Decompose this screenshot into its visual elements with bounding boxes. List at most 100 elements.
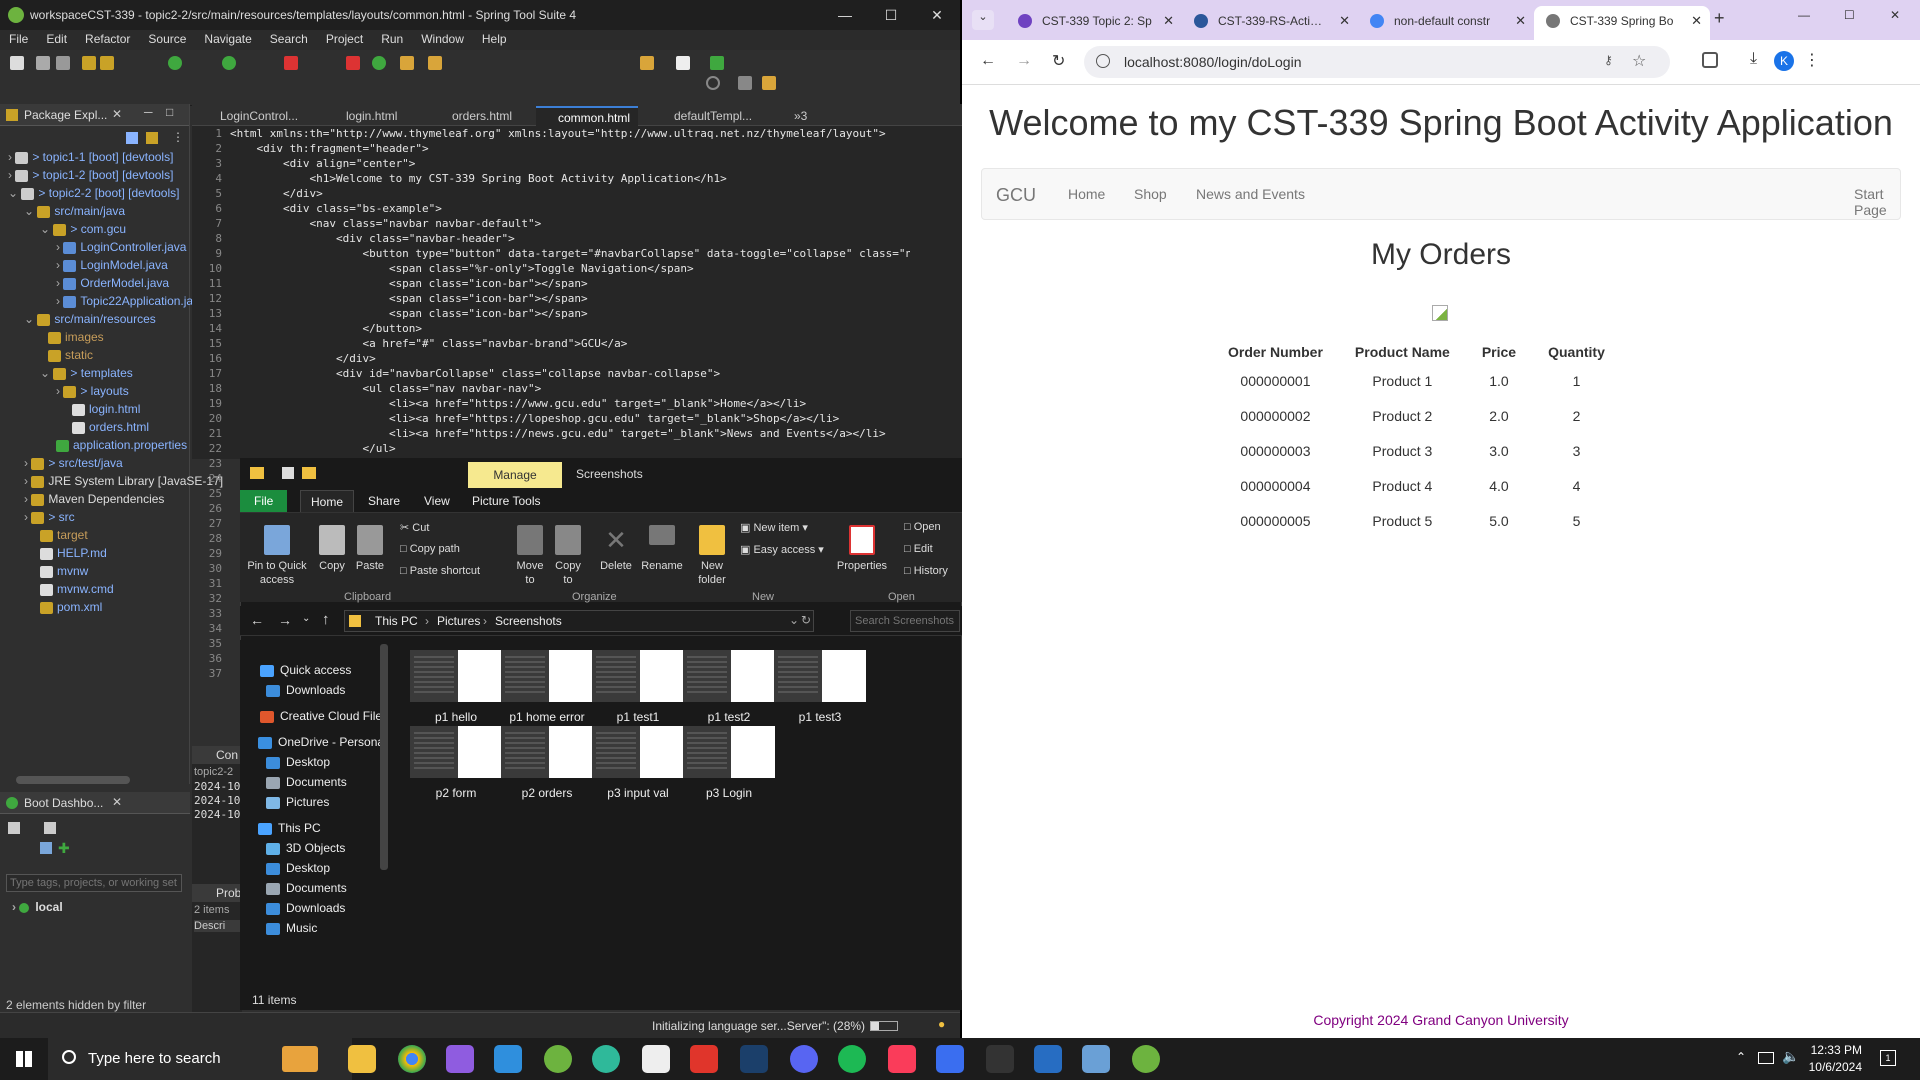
spotify-taskbar-icon[interactable] bbox=[838, 1045, 866, 1073]
address-bar[interactable]: localhost:8080/login/doLogin ⚷ ☆ bbox=[1084, 46, 1670, 78]
link-editor-icon[interactable] bbox=[146, 132, 158, 144]
tree-mvnw[interactable]: mvnw bbox=[40, 564, 88, 582]
ribbon-tab-home[interactable]: Home bbox=[300, 490, 355, 512]
boot-local-target[interactable]: › local bbox=[12, 900, 63, 914]
bookmark-star-icon[interactable]: ☆ bbox=[1632, 51, 1646, 71]
browser-tab[interactable]: CST-339 Topic 2: Sp ✕ bbox=[1006, 6, 1182, 40]
browser-maximize-button[interactable]: ☐ bbox=[1844, 8, 1855, 22]
nav-link-start-page[interactable]: Start Page bbox=[1854, 186, 1900, 218]
copy-path-button[interactable]: □ Copy path bbox=[400, 543, 460, 555]
tree-topic22-application[interactable]: › Topic22Application.java bbox=[56, 294, 206, 312]
visual-studio-taskbar-icon[interactable] bbox=[446, 1045, 474, 1073]
file-thumbnail[interactable]: p2 form bbox=[410, 726, 502, 800]
system-clock[interactable]: 12:33 PM 10/6/2024 bbox=[1809, 1042, 1862, 1076]
new-icon[interactable] bbox=[10, 56, 24, 70]
navbar-brand[interactable]: GCU bbox=[996, 185, 1036, 206]
problems-tab[interactable]: Prob bbox=[192, 884, 242, 902]
tray-chevron-icon[interactable]: ⌃ bbox=[1736, 1050, 1746, 1064]
forward-icon[interactable]: → bbox=[1016, 52, 1032, 70]
tree-src-main-resources[interactable]: ⌄ src/main/resources bbox=[24, 312, 156, 330]
manage-tab[interactable]: Manage bbox=[468, 462, 562, 488]
minimize-button[interactable]: — bbox=[822, 0, 868, 30]
sts-taskbar-icon[interactable] bbox=[544, 1045, 572, 1073]
menu-run[interactable]: Run bbox=[372, 30, 412, 50]
close-view-icon[interactable]: ✕ bbox=[112, 795, 122, 809]
menu-source[interactable]: Source bbox=[139, 30, 195, 50]
new-folder-icon[interactable] bbox=[302, 467, 316, 479]
brave-taskbar-icon[interactable] bbox=[690, 1045, 718, 1073]
tree-orders-html[interactable]: orders.html bbox=[72, 420, 149, 438]
sts-active-taskbar-icon[interactable] bbox=[1132, 1045, 1160, 1073]
close-tab-icon[interactable]: ✕ bbox=[1163, 6, 1174, 36]
ribbon-tab-view[interactable]: View bbox=[414, 490, 460, 512]
nav-item[interactable]: Music bbox=[266, 918, 317, 938]
view-menu-icon[interactable]: ⋮ bbox=[172, 130, 184, 144]
menu-window[interactable]: Window bbox=[412, 30, 473, 50]
back-icon[interactable]: ← bbox=[980, 52, 996, 70]
nav-item[interactable]: 3D Objects bbox=[266, 838, 345, 858]
easy-access-button[interactable]: ▣ Easy access ▾ bbox=[740, 543, 824, 556]
tree-order-model[interactable]: › OrderModel.java bbox=[56, 276, 169, 294]
tree-project-topic1-1[interactable]: › > topic1-1 [boot] [devtools] bbox=[8, 150, 173, 168]
boot-filter-input[interactable] bbox=[6, 874, 182, 892]
close-button[interactable]: ✕ bbox=[914, 0, 960, 30]
open-type-icon[interactable] bbox=[400, 56, 414, 70]
forward-icon[interactable] bbox=[676, 56, 690, 70]
tree-project-topic2-2[interactable]: ⌄ > topic2-2 [boot] [devtools] bbox=[8, 186, 179, 204]
stop-icon[interactable] bbox=[284, 56, 298, 70]
tree-static[interactable]: static bbox=[48, 348, 93, 366]
browser-close-button[interactable]: ✕ bbox=[1890, 8, 1900, 22]
open-perspective-icon[interactable] bbox=[738, 76, 752, 90]
console-tab[interactable]: Con bbox=[192, 746, 242, 764]
open-button[interactable]: □ Open bbox=[904, 521, 941, 533]
boot-start-icon[interactable] bbox=[8, 822, 20, 834]
breadcrumb-this-pc[interactable]: This PC bbox=[375, 614, 418, 628]
nav-item[interactable]: Downloads bbox=[266, 680, 345, 700]
tab-search-icon[interactable]: ⌄ bbox=[972, 10, 994, 30]
horizontal-scrollbar[interactable] bbox=[16, 776, 130, 784]
address-dropdown-icon[interactable]: ⌄ bbox=[789, 613, 799, 627]
nav-item[interactable]: OneDrive - Personal bbox=[258, 732, 387, 752]
back-icon[interactable] bbox=[640, 56, 654, 70]
file-thumbnail[interactable]: p1 test1 bbox=[592, 650, 684, 724]
tree-src[interactable]: › > src bbox=[24, 510, 75, 528]
address-bar[interactable]: This PC › Pictures › Screenshots ⌄ ↻ bbox=[344, 610, 814, 632]
nav-item[interactable]: Quick access bbox=[260, 660, 351, 680]
nav-link-shop[interactable]: Shop bbox=[1134, 186, 1167, 202]
tree-login-controller[interactable]: › LoginController.java bbox=[56, 240, 186, 258]
file-thumbnail[interactable]: p2 orders bbox=[501, 726, 593, 800]
password-key-icon[interactable]: ⚷ bbox=[1604, 53, 1613, 67]
ribbon-tab-share[interactable]: Share bbox=[358, 490, 410, 512]
rename-button[interactable]: Rename bbox=[640, 525, 684, 573]
nav-scrollbar[interactable] bbox=[380, 644, 388, 870]
menu-search[interactable]: Search bbox=[261, 30, 317, 50]
discord-taskbar-icon[interactable] bbox=[790, 1045, 818, 1073]
undo-icon[interactable] bbox=[82, 56, 96, 70]
edit-button[interactable]: □ Edit bbox=[904, 543, 933, 555]
windows-start-icon[interactable] bbox=[16, 1051, 32, 1067]
close-view-icon[interactable]: ✕ bbox=[112, 107, 122, 121]
close-tab-icon[interactable]: ✕ bbox=[1339, 6, 1350, 36]
java-perspective-icon[interactable] bbox=[762, 76, 776, 90]
ribbon-tab-picture-tools[interactable]: Picture Tools bbox=[462, 490, 550, 512]
file-thumbnail[interactable]: p3 Login bbox=[683, 726, 775, 800]
browser-menu-icon[interactable]: ⋮ bbox=[1804, 50, 1820, 70]
menu-file[interactable]: File bbox=[0, 30, 37, 50]
tree-project-topic1-2[interactable]: › > topic1-2 [boot] [devtools] bbox=[8, 168, 173, 186]
forward-arrow-icon[interactable]: → bbox=[278, 612, 292, 628]
tab-login-html[interactable]: login.html bbox=[324, 106, 405, 126]
close-tab-icon[interactable]: ✕ bbox=[1515, 6, 1526, 36]
tab-login-controller[interactable]: LoginControl... bbox=[198, 106, 306, 126]
minimize-view-icon[interactable]: ─ bbox=[144, 105, 153, 119]
new-tab-icon[interactable]: + bbox=[1714, 8, 1725, 29]
gitkraken-taskbar-icon[interactable] bbox=[592, 1045, 620, 1073]
chrome-taskbar-icon[interactable] bbox=[398, 1045, 426, 1073]
refresh-icon[interactable] bbox=[372, 56, 386, 70]
tree-target[interactable]: target bbox=[40, 528, 88, 546]
boot-stop-icon[interactable] bbox=[44, 822, 56, 834]
back-arrow-icon[interactable]: ← bbox=[250, 612, 264, 628]
new-folder-button[interactable]: New folder bbox=[692, 525, 732, 587]
tree-pom-xml[interactable]: pom.xml bbox=[40, 600, 102, 618]
refresh-icon[interactable]: ↻ bbox=[801, 613, 811, 627]
menu-help[interactable]: Help bbox=[473, 30, 516, 50]
